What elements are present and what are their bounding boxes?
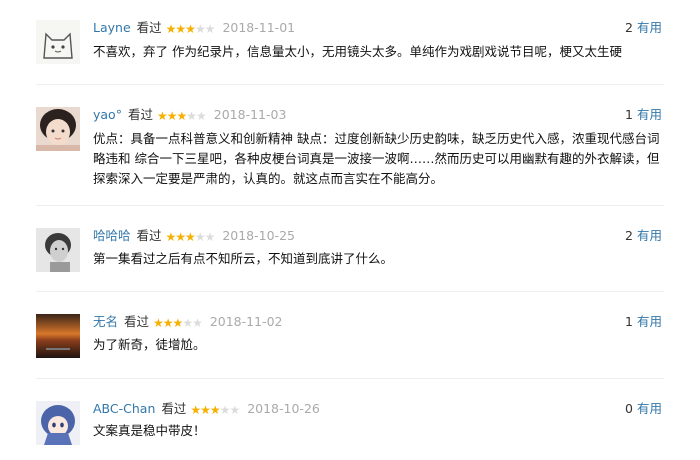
username-link[interactable]: yao° [93, 107, 122, 122]
comment-text: 文案真是稳中带皮！ [93, 423, 206, 438]
comment-date: 2018-11-01 [222, 20, 296, 35]
username-link[interactable]: 无名 [93, 314, 118, 329]
comment-meta: 哈哈哈 看过 ★★★★★ 2018-10-25 [93, 226, 295, 246]
vote-area: 0 有用 [625, 399, 662, 419]
anime-girl-avatar[interactable] [36, 401, 80, 445]
rating-stars: ★★★★★ [165, 230, 216, 244]
useful-button[interactable]: 有用 [637, 228, 662, 243]
divider [36, 378, 664, 379]
divider [36, 84, 664, 85]
comment-text: 不喜欢，弃了 作为纪录片，信息量太小，无用镜头太多。单纯作为戏剧戏说节目呢，梗又… [93, 44, 622, 59]
username-link[interactable]: Layne [93, 20, 131, 35]
vote-area: 2 有用 [625, 226, 662, 246]
vote-area: 2 有用 [625, 18, 662, 38]
rating-stars: ★★★★★ [153, 316, 203, 330]
comment-meta: ABC-Chan 看过 ★★★★★ 2018-10-26 [93, 399, 320, 419]
comment-date: 2018-11-03 [213, 107, 287, 122]
useful-button[interactable]: 有用 [637, 401, 662, 416]
comment-date: 2018-10-25 [222, 228, 295, 243]
username-link[interactable]: 哈哈哈 [93, 228, 131, 243]
username-link[interactable]: ABC-Chan [93, 401, 155, 416]
watched-label: 看过 [161, 401, 187, 416]
comment-date: 2018-11-02 [209, 314, 283, 329]
vote-count: 1 [625, 107, 633, 122]
vote-count: 0 [625, 401, 633, 416]
useful-button[interactable]: 有用 [637, 314, 662, 329]
rating-stars: ★★★★★ [156, 109, 207, 123]
watched-label: 看过 [124, 314, 150, 329]
girl-photo-avatar[interactable] [36, 107, 80, 151]
comment-text: 第一集看过之后有点不知所云，不知道到底讲了什么。 [93, 251, 394, 266]
divider [36, 291, 664, 292]
vote-count: 1 [625, 314, 633, 329]
comment-date: 2018-10-26 [247, 401, 320, 416]
comment-meta: 无名 看过 ★★★★★ 2018-11-02 [93, 312, 282, 332]
vote-count: 2 [625, 20, 633, 35]
sunset-landscape-avatar[interactable] [36, 314, 80, 358]
rating-stars: ★★★★★ [190, 403, 240, 417]
comment-meta: Layne 看过 ★★★★★ 2018-11-01 [93, 18, 295, 38]
useful-button[interactable]: 有用 [637, 20, 662, 35]
vote-area: 1 有用 [625, 105, 662, 125]
rating-stars: ★★★★★ [165, 22, 216, 36]
comment-text: 优点：具备一点科普意义和创新精神 缺点：过度创新缺少历史韵味，缺乏历史代入感，浓… [93, 131, 660, 186]
watched-label: 看过 [127, 107, 153, 122]
vote-area: 1 有用 [625, 312, 662, 332]
cat-drawing-avatar[interactable] [36, 20, 80, 64]
useful-button[interactable]: 有用 [637, 107, 662, 122]
comment-text: 为了新奇，徒增尬。 [93, 337, 206, 352]
vote-count: 2 [625, 228, 633, 243]
watched-label: 看过 [136, 20, 162, 35]
comment-meta: yao° 看过 ★★★★★ 2018-11-03 [93, 105, 286, 125]
divider [36, 205, 664, 206]
watched-label: 看过 [136, 228, 162, 243]
grayscale-portrait-avatar[interactable] [36, 228, 80, 272]
